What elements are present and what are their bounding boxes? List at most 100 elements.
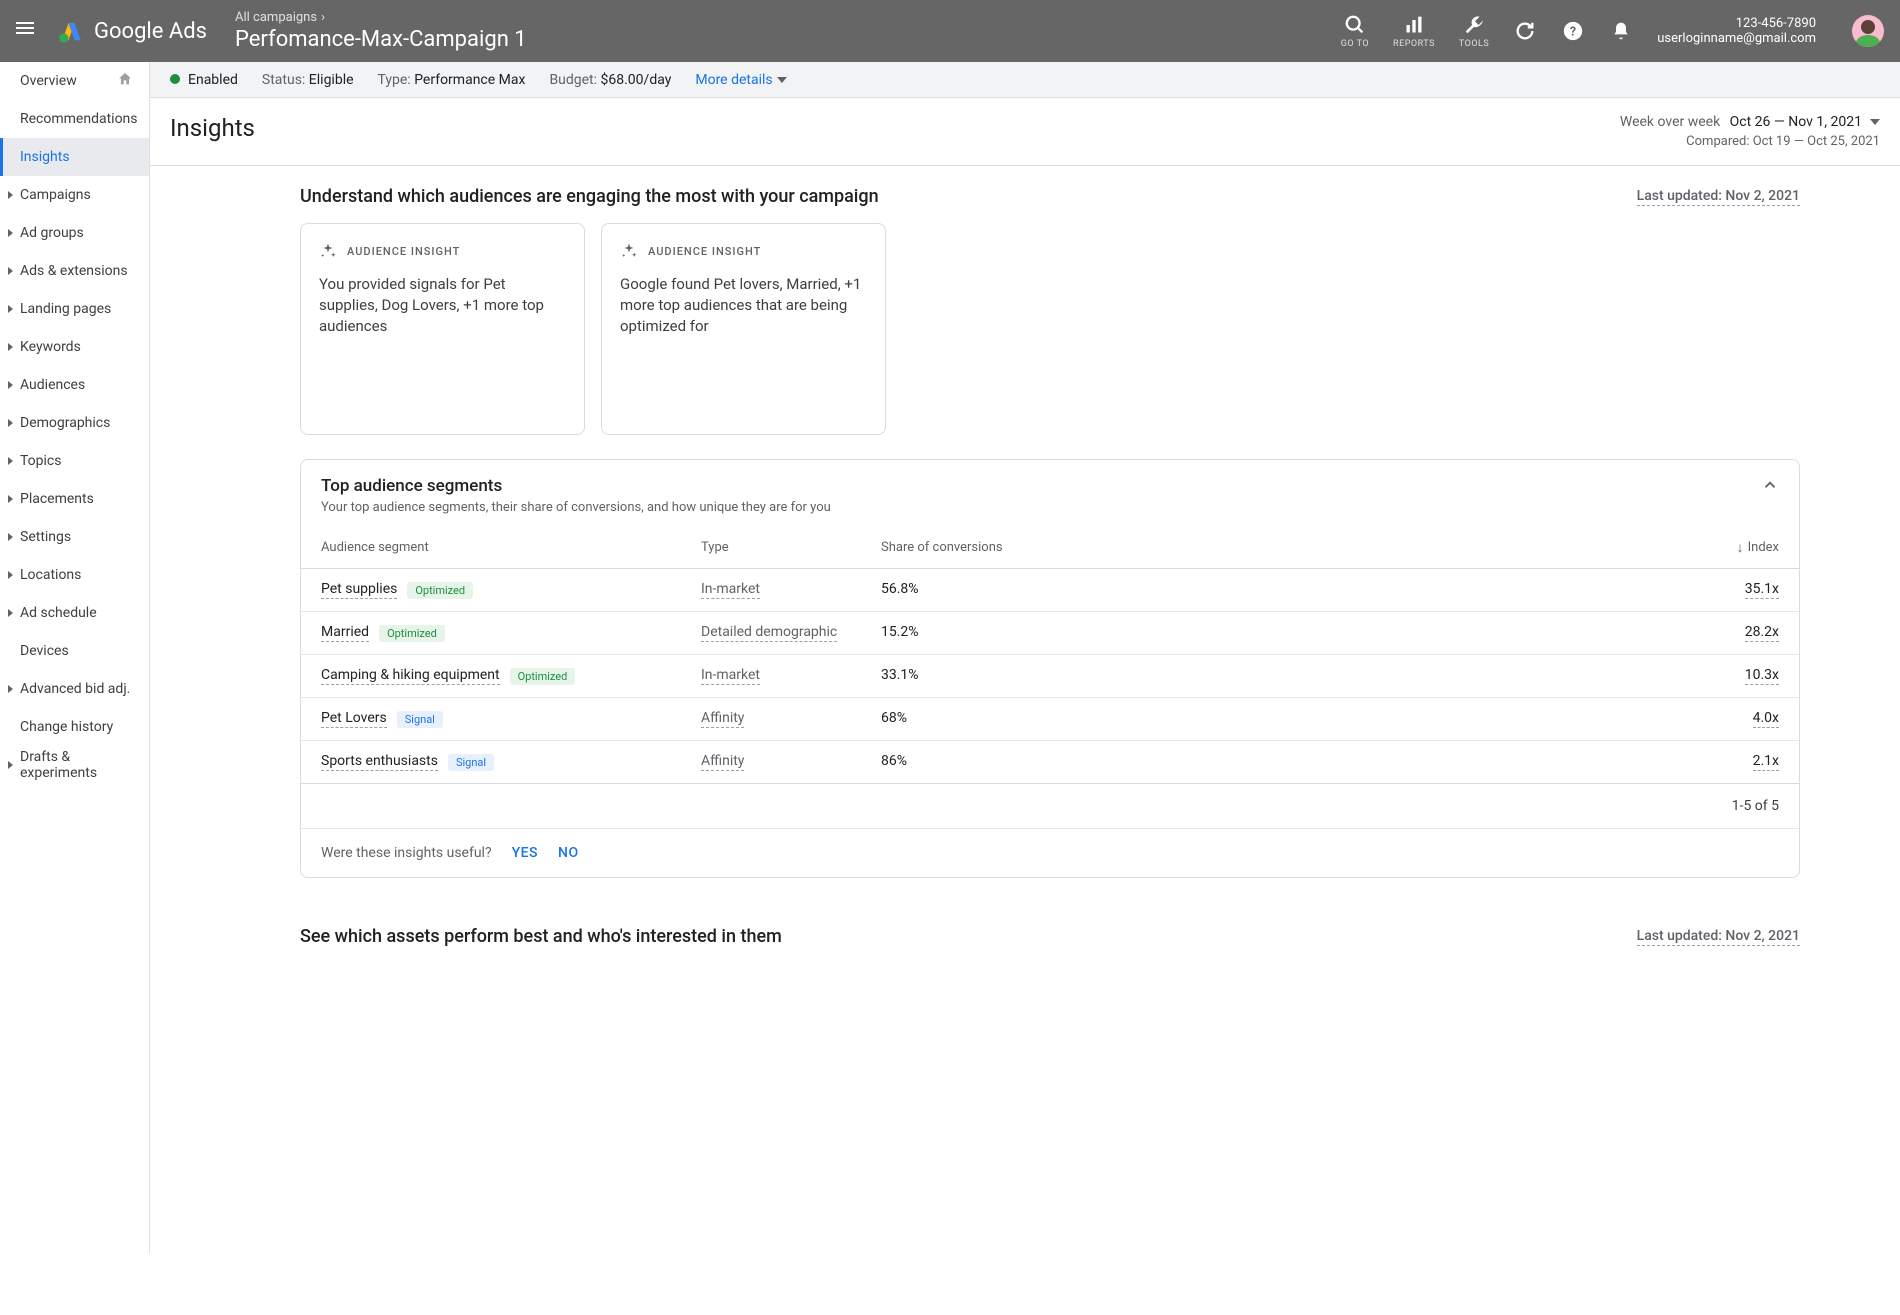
feedback-yes-button[interactable]: YES	[512, 845, 538, 861]
segment-badge: Optimized	[510, 668, 576, 685]
sidebar-item-advanced-bid-adj-[interactable]: Advanced bid adj.	[0, 670, 149, 708]
table-row: Married Optimized Detailed demographic 1…	[301, 612, 1799, 655]
reports-button[interactable]: REPORTS	[1393, 13, 1435, 49]
sidebar-item-landing-pages[interactable]: Landing pages	[0, 290, 149, 328]
sidebar-item-ad-schedule[interactable]: Ad schedule	[0, 594, 149, 632]
segment-name[interactable]: Pet Lovers	[321, 710, 387, 728]
goto-button[interactable]: GO TO	[1341, 13, 1369, 49]
dropdown-icon	[1870, 119, 1880, 125]
content-area: Insights Week over week Oct 26 — Nov 1, …	[150, 98, 1900, 1315]
last-updated-2: Last updated: Nov 2, 2021	[1637, 928, 1800, 946]
table-row: Pet Lovers Signal Affinity 68% 4.0x	[301, 698, 1799, 741]
menu-icon[interactable]	[16, 19, 40, 43]
page-header: Insights Week over week Oct 26 — Nov 1, …	[150, 98, 1900, 166]
sidebar-item-label: Change history	[20, 719, 113, 735]
status-enabled: Enabled	[170, 72, 238, 88]
segment-type[interactable]: Detailed demographic	[701, 624, 837, 642]
segment-name[interactable]: Pet supplies	[321, 581, 397, 599]
sidebar-item-ads-extensions[interactable]: Ads & extensions	[0, 252, 149, 290]
breadcrumb-top[interactable]: All campaigns ›	[235, 10, 1341, 25]
col-share[interactable]: Share of conversions	[881, 540, 1101, 555]
sidebar-item-devices[interactable]: Devices	[0, 632, 149, 670]
sparkle-icon	[319, 242, 337, 260]
segment-index: 2.1x	[1753, 753, 1779, 771]
avatar[interactable]	[1852, 15, 1884, 47]
sidebar-item-insights[interactable]: Insights	[0, 138, 149, 176]
sidebar-item-label: Placements	[20, 491, 94, 507]
sort-down-icon: ↓	[1737, 539, 1744, 556]
content-body: Understand which audiences are engaging …	[150, 166, 1900, 1003]
sidebar-item-campaigns[interactable]: Campaigns	[0, 176, 149, 214]
logo[interactable]: Google Ads	[56, 17, 207, 45]
sidebar-item-audiences[interactable]: Audiences	[0, 366, 149, 404]
sidebar-item-label: Recommendations	[20, 111, 138, 127]
segment-type[interactable]: Affinity	[701, 753, 744, 771]
svg-text:?: ?	[1570, 25, 1576, 40]
segment-name-cell: Married Optimized	[321, 624, 701, 642]
sidebar-item-keywords[interactable]: Keywords	[0, 328, 149, 366]
insight-card-header: AUDIENCE INSIGHT	[620, 242, 867, 260]
date-range-picker[interactable]: Oct 26 — Nov 1, 2021	[1730, 114, 1880, 130]
insight-card-label: AUDIENCE INSIGHT	[648, 245, 761, 258]
insight-cards: AUDIENCE INSIGHT You provided signals fo…	[300, 223, 1800, 435]
collapse-button[interactable]	[1761, 476, 1779, 499]
segment-share: 86%	[881, 753, 1101, 771]
tools-button[interactable]: TOOLS	[1459, 13, 1489, 49]
segment-index: 35.1x	[1745, 581, 1779, 599]
sidebar-item-label: Locations	[20, 567, 81, 583]
sidebar-item-label: Advanced bid adj.	[20, 681, 130, 697]
sidebar-item-overview[interactable]: Overview	[0, 62, 149, 100]
insight-card-0[interactable]: AUDIENCE INSIGHT You provided signals fo…	[300, 223, 585, 435]
sidebar-item-label: Audiences	[20, 377, 85, 393]
segment-index-cell: 4.0x	[1101, 710, 1779, 728]
section-assets-title: See which assets perform best and who's …	[300, 926, 782, 947]
segment-type[interactable]: In-market	[701, 667, 760, 685]
sidebar-item-recommendations[interactable]: Recommendations	[0, 100, 149, 138]
notifications-button[interactable]	[1609, 19, 1633, 43]
feedback-no-button[interactable]: NO	[558, 845, 579, 861]
segment-type-cell: In-market	[701, 581, 881, 599]
segment-name-cell: Sports enthusiasts Signal	[321, 753, 701, 771]
sidebar-item-label: Settings	[20, 529, 71, 545]
segment-share: 15.2%	[881, 624, 1101, 642]
segment-name[interactable]: Married	[321, 624, 369, 642]
segment-type-cell: In-market	[701, 667, 881, 685]
bar-chart-icon	[1393, 13, 1435, 37]
refresh-button[interactable]	[1513, 19, 1537, 43]
segment-name-cell: Pet Lovers Signal	[321, 710, 701, 728]
sidebar-item-ad-groups[interactable]: Ad groups	[0, 214, 149, 252]
sidebar-item-label: Topics	[20, 453, 61, 469]
status-eligible: Status: Eligible	[262, 72, 354, 88]
segment-name[interactable]: Sports enthusiasts	[321, 753, 438, 771]
sidebar-item-drafts-experiments[interactable]: Drafts & experiments	[0, 746, 149, 784]
col-type[interactable]: Type	[701, 540, 881, 555]
more-details-button[interactable]: More details	[695, 72, 786, 88]
segment-badge: Signal	[397, 711, 443, 728]
sidebar-item-label: Ads & extensions	[20, 263, 128, 279]
segment-index-cell: 28.2x	[1101, 624, 1779, 642]
insight-card-1[interactable]: AUDIENCE INSIGHT Google found Pet lovers…	[601, 223, 886, 435]
help-button[interactable]: ?	[1561, 19, 1585, 43]
section-audiences-title: Understand which audiences are engaging …	[300, 186, 879, 207]
breadcrumb-parent: All campaigns	[235, 10, 317, 25]
col-segment[interactable]: Audience segment	[321, 540, 701, 555]
segment-type[interactable]: Affinity	[701, 710, 744, 728]
segment-index-cell: 35.1x	[1101, 581, 1779, 599]
sidebar-item-settings[interactable]: Settings	[0, 518, 149, 556]
sidebar-item-locations[interactable]: Locations	[0, 556, 149, 594]
sidebar-item-change-history[interactable]: Change history	[0, 708, 149, 746]
sidebar-item-demographics[interactable]: Demographics	[0, 404, 149, 442]
segment-name-cell: Pet supplies Optimized	[321, 581, 701, 599]
segment-name[interactable]: Camping & hiking equipment	[321, 667, 500, 685]
segment-share: 56.8%	[881, 581, 1101, 599]
col-index[interactable]: ↓ Index	[1101, 539, 1779, 556]
sidebar-item-topics[interactable]: Topics	[0, 442, 149, 480]
section-assets-header: See which assets perform best and who's …	[300, 926, 1800, 947]
breadcrumb: All campaigns › Perfomance-Max-Campaign …	[235, 10, 1341, 52]
breadcrumb-title: Perfomance-Max-Campaign 1	[235, 27, 1341, 52]
insight-card-body: You provided signals for Pet supplies, D…	[319, 274, 566, 337]
page-title: Insights	[170, 114, 255, 142]
home-icon	[117, 71, 133, 91]
segment-type[interactable]: In-market	[701, 581, 760, 599]
sidebar-item-placements[interactable]: Placements	[0, 480, 149, 518]
